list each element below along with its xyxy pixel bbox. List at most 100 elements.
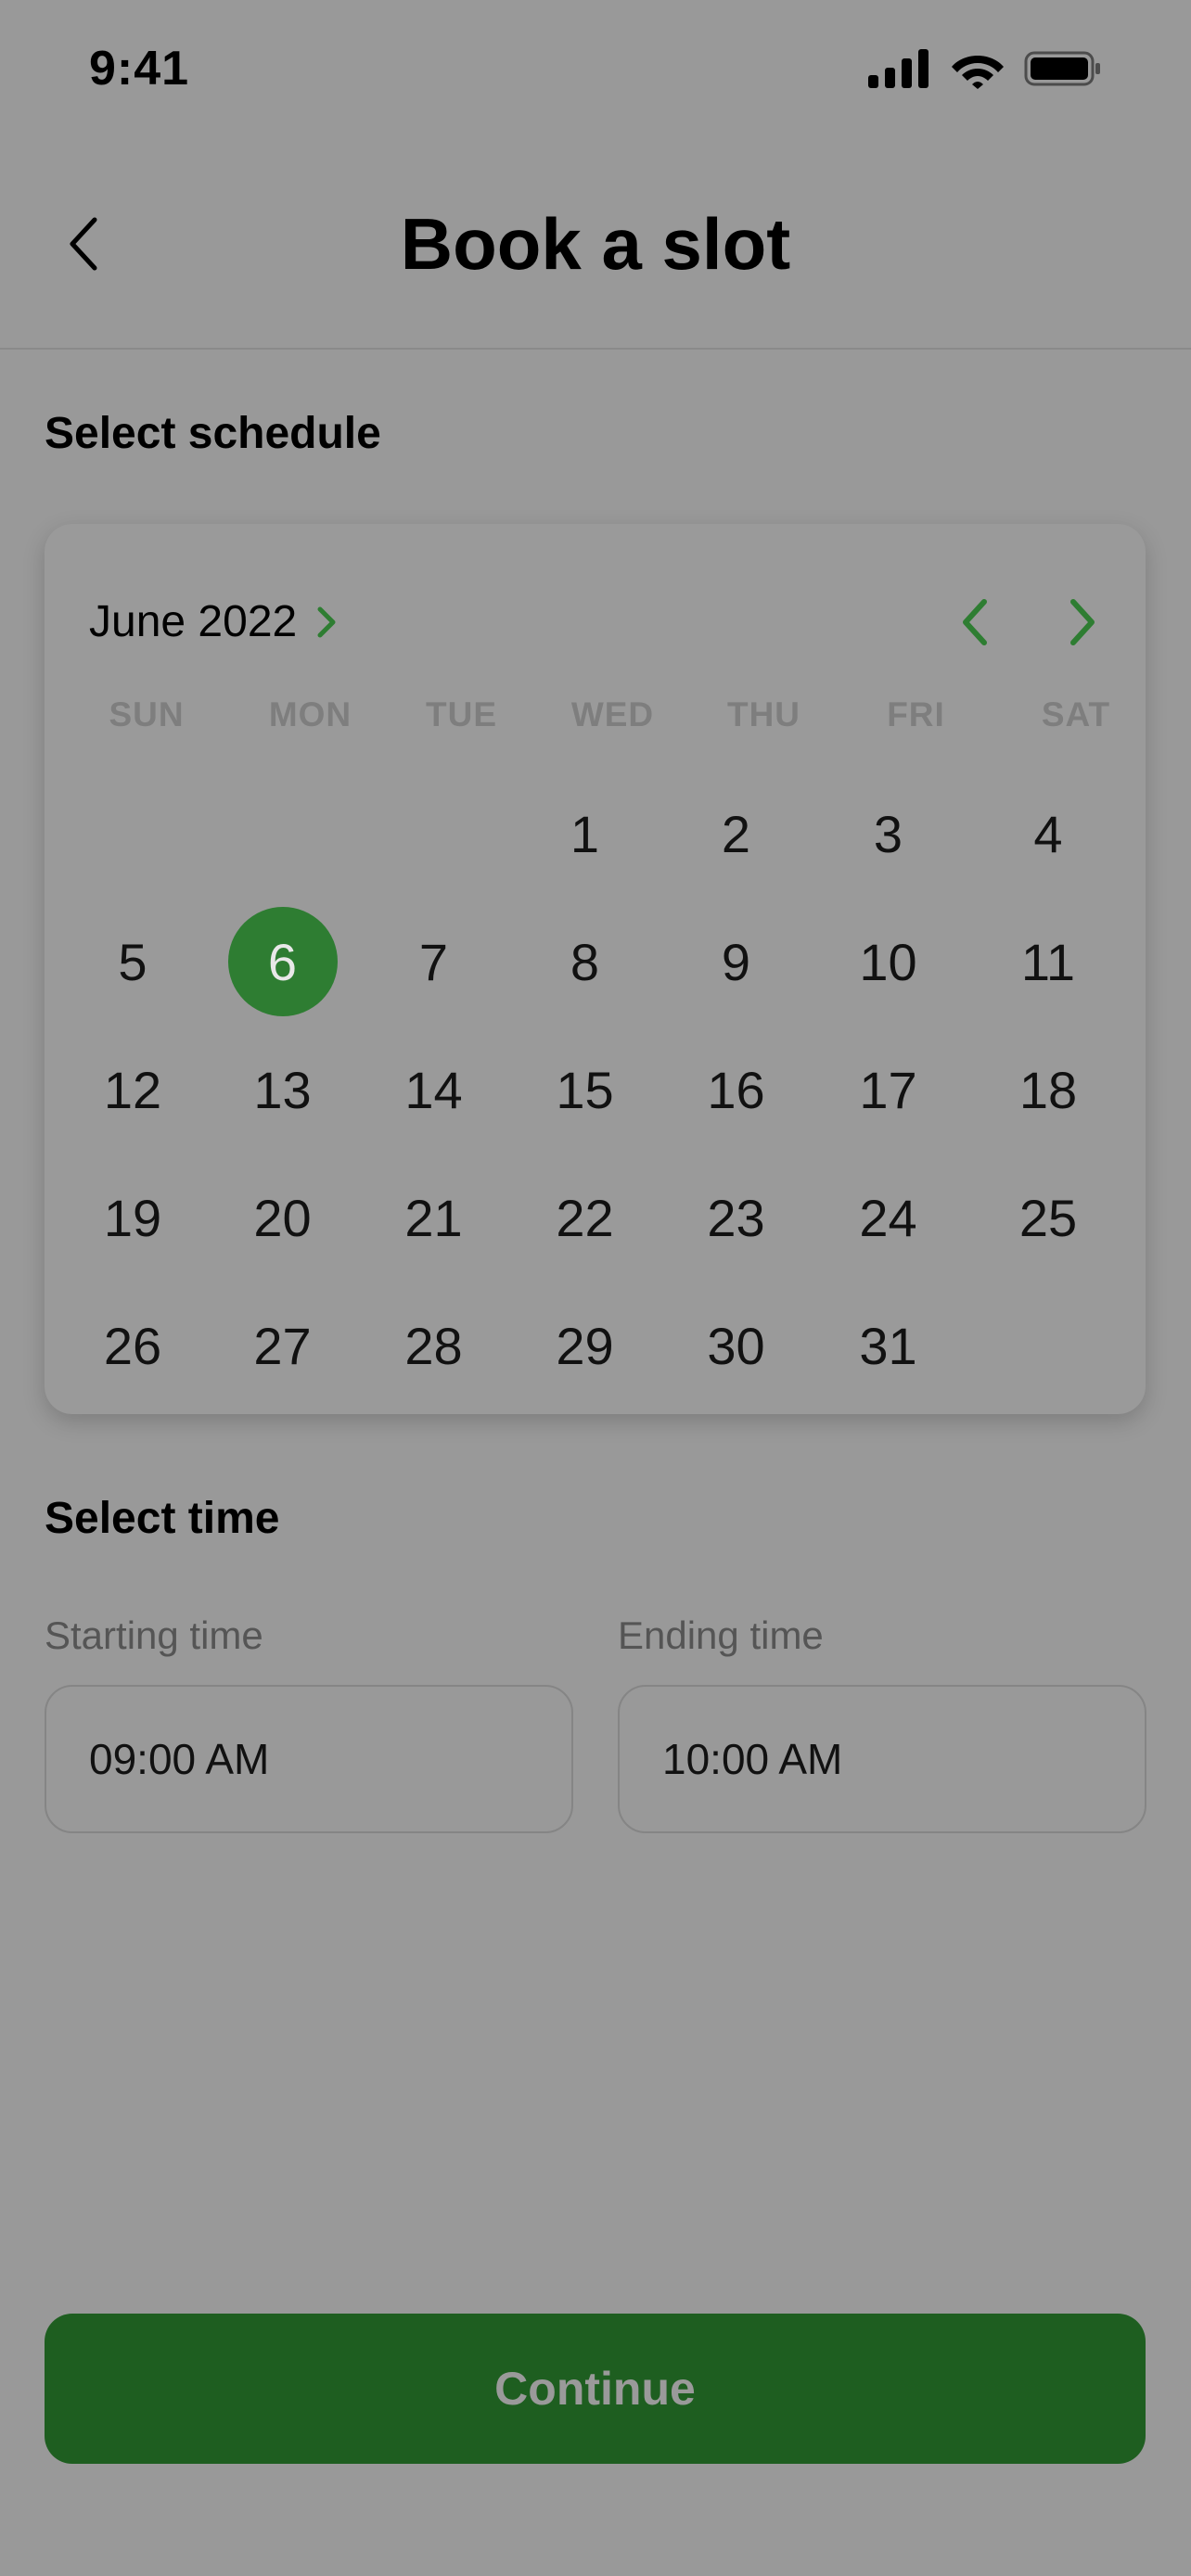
calendar-day-number: 22 bbox=[556, 1188, 614, 1247]
calendar-day[interactable]: 7 bbox=[358, 898, 509, 1026]
ending-time-label: Ending time bbox=[618, 1613, 824, 1657]
calendar-day-number: 9 bbox=[721, 932, 751, 991]
continue-button[interactable]: Continue bbox=[45, 2314, 1146, 2464]
weekday-label: WED bbox=[570, 695, 655, 733]
prev-month-button[interactable] bbox=[949, 596, 1001, 648]
calendar-day[interactable]: 5 bbox=[58, 898, 207, 1026]
schedule-section-title: Select schedule bbox=[45, 409, 381, 458]
calendar-day[interactable]: 17 bbox=[812, 1026, 965, 1154]
calendar-day-number: 2 bbox=[721, 804, 751, 863]
calendar-day[interactable]: 8 bbox=[509, 898, 660, 1026]
calendar-day-number: 27 bbox=[253, 1316, 312, 1375]
starting-time-label: Starting time bbox=[45, 1613, 263, 1657]
calendar-day-number: 26 bbox=[103, 1316, 162, 1375]
signal-icon bbox=[868, 49, 931, 93]
calendar-day-number: 24 bbox=[859, 1188, 917, 1247]
battery-icon bbox=[1024, 49, 1102, 93]
calendar-day[interactable]: 10 bbox=[812, 898, 965, 1026]
calendar-day[interactable]: 24 bbox=[812, 1154, 965, 1282]
calendar-day-number: 31 bbox=[859, 1316, 917, 1375]
calendar-day[interactable]: 21 bbox=[358, 1154, 509, 1282]
calendar-day-number: 11 bbox=[1020, 932, 1076, 991]
calendar-day-number: 28 bbox=[404, 1316, 463, 1375]
calendar-day-number: 18 bbox=[1018, 1060, 1078, 1119]
weekday-label: FRI bbox=[887, 695, 945, 733]
calendar-day[interactable]: 22 bbox=[509, 1154, 660, 1282]
calendar-day[interactable]: 23 bbox=[660, 1154, 812, 1282]
calendar-day-number: 17 bbox=[859, 1060, 917, 1119]
status-bar: 9:41 bbox=[0, 0, 1191, 139]
calendar-day-number: 23 bbox=[707, 1188, 765, 1247]
starting-time-field[interactable]: 09:00 AM bbox=[45, 1685, 573, 1833]
calendar-empty-cell bbox=[58, 770, 207, 898]
calendar-day-number: 14 bbox=[404, 1060, 463, 1119]
continue-label: Continue bbox=[494, 2363, 696, 2415]
calendar-day[interactable]: 31 bbox=[812, 1282, 965, 1409]
calendar-day[interactable]: 18 bbox=[965, 1026, 1132, 1154]
calendar-day-number: 8 bbox=[570, 932, 600, 991]
calendar-day-number: 20 bbox=[253, 1188, 312, 1247]
calendar-days-grid: 1 2 3 4 5 6 7 8 9 10 11 12 13 14 15 16 17 18 19 20 21 22 23 24 2… bbox=[58, 770, 1132, 1409]
calendar-day-number: 5 bbox=[118, 932, 147, 991]
weekday-label: MON bbox=[268, 695, 352, 733]
calendar-day-number: 30 bbox=[707, 1316, 765, 1375]
wifi-icon bbox=[950, 48, 1005, 94]
calendar-day[interactable]: 16 bbox=[660, 1026, 812, 1154]
calendar-day-number: 15 bbox=[556, 1060, 614, 1119]
calendar-empty-cell bbox=[207, 770, 358, 898]
status-icons bbox=[868, 48, 1102, 94]
calendar-empty-cell bbox=[965, 1282, 1132, 1409]
calendar-day-number: 6 bbox=[227, 907, 338, 1016]
calendar-day-number: 10 bbox=[859, 932, 917, 991]
starting-time-value: 09:00 AM bbox=[89, 1735, 270, 1783]
calendar-day[interactable]: 29 bbox=[509, 1282, 660, 1409]
chevron-right-icon bbox=[315, 604, 338, 641]
weekday-label: SUN bbox=[109, 695, 185, 733]
calendar-day[interactable]: 12 bbox=[58, 1026, 207, 1154]
calendar-day[interactable]: 27 bbox=[207, 1282, 358, 1409]
header-divider bbox=[0, 348, 1191, 350]
calendar-day[interactable]: 1 bbox=[509, 770, 660, 898]
calendar-day[interactable]: 15 bbox=[509, 1026, 660, 1154]
calendar-day[interactable]: 26 bbox=[58, 1282, 207, 1409]
status-time: 9:41 bbox=[89, 42, 190, 96]
weekday-header: SUN MON TUE WED THU FRI SAT bbox=[45, 695, 1159, 734]
calendar-day-number: 25 bbox=[1018, 1188, 1078, 1247]
calendar-day-number: 19 bbox=[103, 1188, 162, 1247]
calendar-empty-cell bbox=[358, 770, 509, 898]
calendar-day-number: 7 bbox=[418, 932, 449, 991]
time-section-title: Select time bbox=[45, 1494, 280, 1543]
calendar-day[interactable]: 30 bbox=[660, 1282, 812, 1409]
calendar-day[interactable]: 13 bbox=[207, 1026, 358, 1154]
nav-bar: Book a slot bbox=[0, 139, 1191, 348]
calendar-day[interactable]: 14 bbox=[358, 1026, 509, 1154]
month-navigation bbox=[949, 596, 1108, 648]
calendar-day-number: 21 bbox=[404, 1188, 463, 1247]
calendar-day[interactable]: 2 bbox=[660, 770, 812, 898]
weekday-label: SAT bbox=[1041, 695, 1111, 733]
calendar-day[interactable]: 19 bbox=[58, 1154, 207, 1282]
calendar-day-number: 12 bbox=[103, 1060, 162, 1119]
calendar-day[interactable]: 9 bbox=[660, 898, 812, 1026]
calendar-day[interactable]: 28 bbox=[358, 1282, 509, 1409]
ending-time-field[interactable]: 10:00 AM bbox=[618, 1685, 1146, 1833]
calendar-day[interactable]: 11 bbox=[965, 898, 1132, 1026]
next-month-button[interactable] bbox=[1057, 596, 1108, 648]
calendar-day[interactable]: 20 bbox=[207, 1154, 358, 1282]
calendar-card: June 2022 SUN MON TUE WED THU FRI SAT 12… bbox=[45, 524, 1146, 1414]
weekday-label: TUE bbox=[426, 695, 497, 733]
month-label: June 2022 bbox=[89, 597, 298, 646]
calendar-day-number: 29 bbox=[556, 1316, 614, 1375]
page-title: Book a slot bbox=[400, 203, 791, 285]
calendar-day-number: 3 bbox=[873, 804, 903, 863]
calendar-day-number: 13 bbox=[253, 1060, 312, 1119]
month-selector[interactable]: June 2022 bbox=[89, 596, 338, 647]
ending-time-value: 10:00 AM bbox=[662, 1735, 843, 1783]
calendar-day-selected[interactable]: 6 bbox=[207, 898, 358, 1026]
calendar-day[interactable]: 25 bbox=[965, 1154, 1132, 1282]
calendar-day[interactable]: 4 bbox=[965, 770, 1132, 898]
calendar-day-number: 16 bbox=[707, 1060, 765, 1119]
weekday-label: THU bbox=[726, 695, 801, 733]
calendar-day-number: 1 bbox=[570, 804, 600, 863]
calendar-day[interactable]: 3 bbox=[812, 770, 965, 898]
